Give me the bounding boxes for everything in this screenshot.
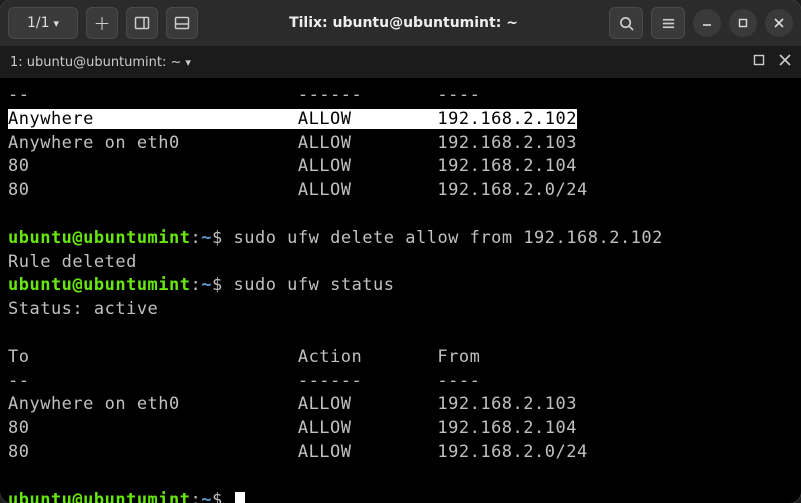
command-text: sudo ufw status	[233, 275, 394, 295]
ufw-rule-row: Anywhere ALLOW 192.168.2.102	[8, 108, 793, 132]
ufw-rule-row: -- ------ ----	[8, 370, 793, 394]
add-terminal-right-button[interactable]	[126, 7, 158, 39]
tab-maximize-button[interactable]	[753, 54, 765, 70]
maximize-button[interactable]	[729, 9, 757, 37]
tab[interactable]: 1: ubuntu@ubuntumint: ~ ▾	[10, 55, 191, 70]
search-icon	[619, 16, 634, 31]
prompt-line: ubuntu@ubuntumint:~$ sudo ufw delete all…	[8, 227, 793, 251]
output-line: Rule deleted	[8, 251, 793, 275]
session-label: 1/1	[27, 15, 50, 31]
ufw-rule-row: Anywhere on eth0 ALLOW 192.168.2.103	[8, 132, 793, 156]
prompt-path: ~	[201, 275, 212, 295]
search-button[interactable]	[609, 7, 643, 39]
new-session-button[interactable]: +	[86, 7, 118, 39]
ufw-rule-row: 80 ALLOW 192.168.2.0/24	[8, 179, 793, 203]
tab-bar: 1: ubuntu@ubuntumint: ~ ▾	[0, 46, 801, 78]
close-icon	[779, 54, 791, 66]
split-down-icon	[174, 15, 190, 31]
prompt-path: ~	[201, 490, 212, 503]
close-button[interactable]	[765, 9, 793, 37]
chevron-down-icon: ▾	[54, 17, 60, 30]
titlebar: 1/1 ▾ + Tilix: ubuntu@ubuntumint: ~	[0, 0, 801, 46]
ufw-rule-row: Anywhere on eth0 ALLOW 192.168.2.103	[8, 393, 793, 417]
terminal[interactable]: -- ------ ----Anywhere ALLOW 192.168.2.1…	[0, 78, 801, 503]
prompt-user: ubuntu@ubuntumint	[8, 275, 191, 295]
window-title: Tilix: ubuntu@ubuntumint: ~	[206, 15, 601, 31]
minimize-icon	[701, 17, 713, 29]
tab-close-button[interactable]	[779, 54, 791, 70]
split-right-icon	[134, 15, 150, 31]
prompt-user: ubuntu@ubuntumint	[8, 490, 191, 503]
session-selector[interactable]: 1/1 ▾	[8, 7, 78, 39]
plus-icon: +	[94, 11, 111, 35]
cursor	[235, 492, 245, 503]
prompt-line: ubuntu@ubuntumint:~$ sudo ufw status	[8, 274, 793, 298]
ufw-rule-row: -- ------ ----	[8, 84, 793, 108]
ufw-rule-row: To Action From	[8, 346, 793, 370]
prompt-line: ubuntu@ubuntumint:~$	[8, 489, 793, 503]
prompt-path: ~	[201, 228, 212, 248]
close-icon	[773, 17, 785, 29]
square-icon	[753, 54, 765, 66]
minimize-button[interactable]	[693, 9, 721, 37]
add-terminal-down-button[interactable]	[166, 7, 198, 39]
ufw-rule-row: 80 ALLOW 192.168.2.104	[8, 417, 793, 441]
menu-button[interactable]	[651, 7, 685, 39]
tab-label: 1: ubuntu@ubuntumint: ~	[10, 55, 181, 70]
command-text: sudo ufw delete allow from 192.168.2.102	[233, 228, 662, 248]
chevron-down-icon: ▾	[185, 56, 191, 69]
maximize-icon	[737, 17, 749, 29]
ufw-rule-row: 80 ALLOW 192.168.2.0/24	[8, 441, 793, 465]
hamburger-icon	[661, 16, 676, 31]
output-line: Status: active	[8, 298, 793, 322]
ufw-rule-row: 80 ALLOW 192.168.2.104	[8, 155, 793, 179]
prompt-user: ubuntu@ubuntumint	[8, 228, 191, 248]
